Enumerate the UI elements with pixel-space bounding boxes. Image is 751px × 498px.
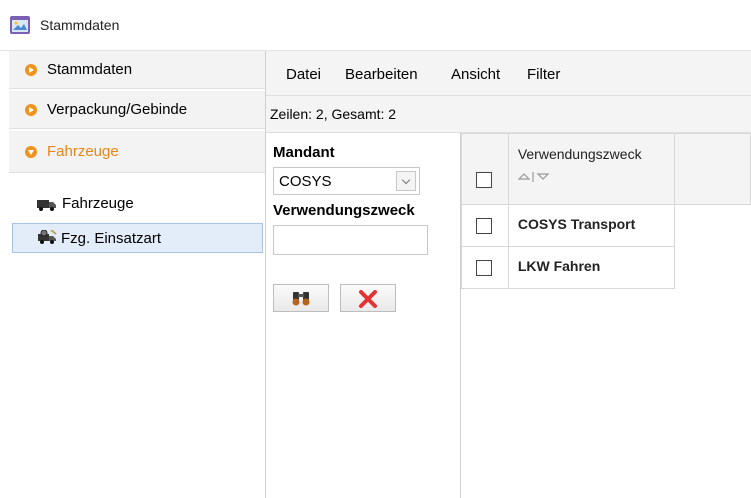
sidebar-section-label: Verpackung/Gebinde bbox=[47, 101, 188, 118]
red-x-icon bbox=[359, 290, 377, 308]
truck-settings-icon bbox=[38, 230, 57, 244]
row-value: COSYS Transport bbox=[517, 216, 636, 232]
row-count-bar: Zeilen: 2, Gesamt: 2 bbox=[266, 96, 751, 133]
menu-ansicht[interactable]: Ansicht bbox=[451, 66, 500, 83]
window-title: Stammdaten bbox=[40, 17, 120, 33]
filter-panel: Mandant COSYS Verwendungszweck bbox=[266, 133, 461, 498]
tree-item-fzg-einsatzart[interactable]: Fzg. Einsatzart bbox=[12, 223, 263, 253]
row-value: LKW Fahren bbox=[517, 258, 601, 274]
row-checkbox[interactable] bbox=[476, 218, 492, 234]
chevron-down-icon[interactable] bbox=[396, 171, 416, 191]
sidebar-section-verpackung[interactable]: Verpackung/Gebinde bbox=[9, 91, 265, 129]
row-checkbox-cell bbox=[461, 246, 509, 289]
tree-item-label: Fahrzeuge bbox=[62, 195, 134, 212]
mandant-select-value: COSYS bbox=[279, 173, 332, 190]
sidebar-section-label: Stammdaten bbox=[47, 61, 133, 78]
table-row[interactable]: COSYS Transport bbox=[461, 204, 751, 247]
row-checkbox[interactable] bbox=[476, 260, 492, 276]
grid-header-filler bbox=[674, 133, 751, 205]
mandant-label: Mandant bbox=[273, 144, 335, 161]
row-empty-space bbox=[675, 205, 751, 247]
title-bar: Stammdaten bbox=[0, 0, 751, 51]
binoculars-icon bbox=[292, 292, 310, 306]
expand-arrow-icon bbox=[25, 104, 37, 116]
expand-arrow-icon bbox=[25, 64, 37, 76]
row-checkbox-cell bbox=[461, 204, 509, 247]
tree-item-fahrzeuge[interactable]: Fahrzeuge bbox=[12, 189, 263, 219]
verwendungszweck-label: Verwendungszweck bbox=[273, 202, 415, 219]
column-header-verwendungszweck[interactable]: Verwendungszweck bbox=[507, 133, 676, 205]
navigation-sidebar: Stammdaten Verpackung/Gebinde Fahrzeuge … bbox=[9, 51, 266, 498]
column-header-label: Verwendungszweck bbox=[517, 146, 642, 162]
data-grid: Verwendungszweck COSYS Transport LKW Fah… bbox=[461, 133, 751, 498]
menu-bar: Datei Bearbeiten Ansicht Filter bbox=[266, 51, 751, 96]
row-count-text: Zeilen: 2, Gesamt: 2 bbox=[270, 106, 397, 122]
app-window: Stammdaten Stammdaten Verpackung/Gebinde… bbox=[0, 0, 751, 498]
table-row[interactable]: LKW Fahren bbox=[461, 246, 751, 289]
mandant-select[interactable]: COSYS bbox=[273, 167, 420, 195]
menu-bearbeiten[interactable]: Bearbeiten bbox=[345, 66, 418, 83]
grid-table: Verwendungszweck COSYS Transport LKW Fah… bbox=[461, 133, 751, 289]
app-icon bbox=[10, 16, 30, 34]
search-button[interactable] bbox=[273, 284, 329, 312]
sidebar-section-label: Fahrzeuge bbox=[47, 143, 119, 160]
sort-toggle-icon[interactable] bbox=[517, 171, 558, 183]
row-cell-verwendungszweck[interactable]: LKW Fahren bbox=[507, 246, 676, 289]
menu-datei[interactable]: Datei bbox=[286, 66, 321, 83]
row-cell-verwendungszweck[interactable]: COSYS Transport bbox=[507, 204, 676, 247]
grid-header-row: Verwendungszweck bbox=[461, 133, 751, 205]
verwendungszweck-input[interactable] bbox=[273, 225, 428, 255]
select-all-checkbox[interactable] bbox=[476, 172, 492, 188]
sidebar-section-stammdaten[interactable]: Stammdaten bbox=[9, 51, 265, 89]
truck-icon bbox=[37, 200, 56, 211]
sidebar-section-fahrzeuge[interactable]: Fahrzeuge bbox=[9, 131, 265, 173]
select-all-cell bbox=[461, 133, 509, 205]
menu-filter[interactable]: Filter bbox=[527, 66, 560, 83]
tree-item-label: Fzg. Einsatzart bbox=[61, 230, 162, 247]
collapse-arrow-icon bbox=[25, 146, 37, 158]
row-empty-space bbox=[675, 247, 751, 289]
clear-filter-button[interactable] bbox=[340, 284, 396, 312]
